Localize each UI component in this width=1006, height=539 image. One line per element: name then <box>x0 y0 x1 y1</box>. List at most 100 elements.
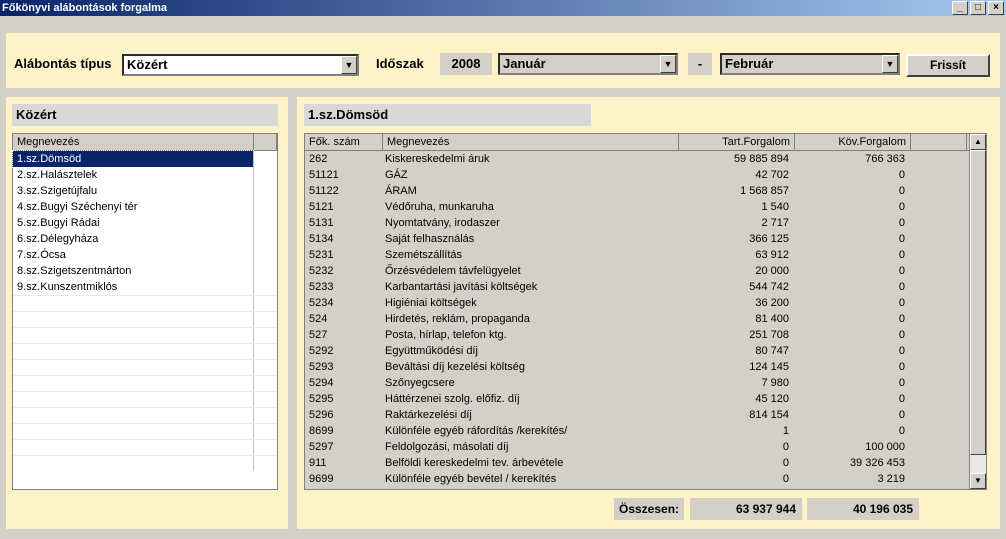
type-select[interactable]: Közért ▼ <box>122 54 359 76</box>
row-name: Szőnyegcsere <box>385 377 455 389</box>
row-account: 5233 <box>309 281 334 293</box>
list-item[interactable]: 4.sz.Bugyi Széchenyi tér <box>13 199 277 215</box>
row-kov: 0 <box>898 281 905 293</box>
table-row[interactable]: 5121 Védőruha, munkaruha 1 540 0 <box>305 199 986 215</box>
list-item-label: 7.sz.Ócsa <box>17 249 66 261</box>
table-row[interactable]: 527 Posta, hírlap, telefon ktg. 251 708 0 <box>305 327 986 343</box>
table-row[interactable]: 9699 Különféle egyéb bevétel / kerekítés 0… <box>305 471 986 487</box>
row-tart: 59 885 894 <box>733 153 789 165</box>
table-row[interactable]: 5294 Szőnyegcsere 7 980 0 <box>305 375 986 391</box>
table-row[interactable]: 5232 Őrzésvédelem távfelügyelet 20 000 0 <box>305 263 986 279</box>
row-kov: 0 <box>898 393 905 405</box>
store-list[interactable]: Megnevezés 1.sz.Dömsöd 2.sz.Halásztelek 3.… <box>12 133 278 490</box>
list-item-empty <box>13 439 277 455</box>
row-account: 527 <box>309 329 328 341</box>
row-tart: 366 125 <box>749 233 789 245</box>
table-row[interactable]: 524 Hirdetés, reklám, propaganda 81 400 0 <box>305 311 986 327</box>
row-tart: 63 912 <box>755 249 789 261</box>
list-item-label: 6.sz.Délegyháza <box>17 233 99 245</box>
row-tart: 0 <box>782 441 789 453</box>
list-item[interactable]: 7.sz.Ócsa <box>13 247 277 263</box>
maximize-button[interactable]: □ <box>970 1 986 15</box>
period-dash: - <box>688 53 712 75</box>
row-kov: 0 <box>898 409 905 421</box>
table-row[interactable]: 8699 Különféle egyéb ráfordítás /kerekíté… <box>305 423 986 439</box>
list-item-label: 9.sz.Kunszentmiklós <box>17 281 118 293</box>
table-row[interactable]: 5233 Karbantartási javítási költségek 544 … <box>305 279 986 295</box>
table-row[interactable]: 5231 Szemétszállítás 63 912 0 <box>305 247 986 263</box>
list-item[interactable]: 3.sz.Szigetújfalu <box>13 183 277 199</box>
scroll-up-icon[interactable]: ▲ <box>970 134 986 150</box>
table-row[interactable]: 911 Belföldi kereskedelmi tev. árbevétele… <box>305 455 986 471</box>
to-month-select[interactable]: Február ▼ <box>720 53 900 75</box>
row-account: 5292 <box>309 345 334 357</box>
row-kov: 0 <box>898 185 905 197</box>
table-row[interactable]: 5234 Higiéniai költségek 36 200 0 <box>305 295 986 311</box>
row-tart: 36 200 <box>755 297 789 309</box>
row-account: 911 <box>309 457 327 469</box>
table-row[interactable]: 5292 Együttműködési díj 80 747 0 <box>305 343 986 359</box>
from-month-select[interactable]: Január ▼ <box>498 53 678 75</box>
row-account: 5131 <box>309 217 334 229</box>
row-account: 51121 <box>309 169 339 181</box>
list-item[interactable]: 9.sz.Kunszentmiklós <box>13 279 277 295</box>
right-panel-title: 1.sz.Dömsöd <box>304 104 591 126</box>
row-name: Háttérzenei szolg. előfiz. díj <box>385 393 520 405</box>
list-item[interactable]: 6.sz.Délegyháza <box>13 231 277 247</box>
row-tart: 1 <box>782 425 789 437</box>
row-kov: 0 <box>898 361 905 373</box>
chevron-down-icon[interactable]: ▼ <box>341 56 357 74</box>
row-account: 5293 <box>309 361 334 373</box>
table-row[interactable]: 5297 Feldolgozási, másolati díj 0 100 000 <box>305 439 986 455</box>
left-panel-title: Közért <box>12 104 278 126</box>
column-header-name[interactable]: Megnevezés <box>383 134 679 150</box>
row-name: Higiéniai költségek <box>385 297 477 309</box>
vertical-scrollbar[interactable]: ▲ ▼ <box>969 134 986 489</box>
row-account: 51122 <box>309 185 339 197</box>
window-title: Főkönyvi alábontások forgalma <box>2 2 168 14</box>
table-row[interactable]: 5295 Háttérzenei szolg. előfiz. díj 45 120… <box>305 391 986 407</box>
table-row[interactable]: 262 Kiskereskedelmi áruk 59 885 894 766 363 <box>305 151 986 167</box>
row-kov: 0 <box>898 297 905 309</box>
ledger-table[interactable]: Fők. szám Megnevezés Tart.Forgalom Köv.F… <box>304 133 987 490</box>
scroll-down-icon[interactable]: ▼ <box>970 473 986 489</box>
list-item[interactable]: 8.sz.Szigetszentmárton <box>13 263 277 279</box>
scroll-thumb[interactable] <box>970 150 986 455</box>
column-header-account[interactable]: Fők. szám <box>305 134 383 150</box>
table-row[interactable]: 51122 ÁRAM 1 568 857 0 <box>305 183 986 199</box>
row-account: 5294 <box>309 377 334 389</box>
type-value: Közért <box>127 57 168 72</box>
list-item-extra <box>253 279 275 295</box>
row-name: Raktárkezelési díj <box>385 409 472 421</box>
column-header-kov[interactable]: Köv.Forgalom <box>795 134 911 150</box>
minimize-button[interactable]: _ <box>952 1 968 15</box>
list-item[interactable]: 2.sz.Halásztelek <box>13 167 277 183</box>
row-account: 5295 <box>309 393 334 405</box>
row-account: 5297 <box>309 441 334 453</box>
row-account: 262 <box>309 153 328 165</box>
list-item-extra <box>253 247 275 263</box>
column-header-tart[interactable]: Tart.Forgalom <box>679 134 795 150</box>
table-row[interactable]: 5131 Nyomtatvány, irodaszer 2 717 0 <box>305 215 986 231</box>
list-item-extra <box>253 215 275 231</box>
row-name: Kiskereskedelmi áruk <box>385 153 490 165</box>
row-kov: 0 <box>898 249 905 261</box>
column-header-extra <box>254 134 277 150</box>
table-row[interactable]: 5296 Raktárkezelési díj 814 154 0 <box>305 407 986 423</box>
table-row[interactable]: 51121 GÁZ 42 702 0 <box>305 167 986 183</box>
refresh-button[interactable]: Frissít <box>906 54 990 77</box>
row-tart: 81 400 <box>755 313 789 325</box>
chevron-down-icon[interactable]: ▼ <box>882 55 898 73</box>
year-field[interactable]: 2008 <box>440 53 492 75</box>
row-tart: 80 747 <box>755 345 789 357</box>
list-item[interactable]: 1.sz.Dömsöd <box>12 150 277 168</box>
close-button[interactable]: × <box>988 1 1004 15</box>
chevron-down-icon[interactable]: ▼ <box>660 55 676 73</box>
list-item[interactable]: 5.sz.Bugyi Rádai <box>13 215 277 231</box>
list-item-extra <box>253 183 275 199</box>
row-account: 5234 <box>309 297 334 309</box>
column-header-name[interactable]: Megnevezés <box>13 134 254 150</box>
table-row[interactable]: 5134 Saját felhasználás 366 125 0 <box>305 231 986 247</box>
table-row[interactable]: 5293 Beváltási díj kezelési költség 124 14… <box>305 359 986 375</box>
row-account: 9699 <box>309 473 334 485</box>
